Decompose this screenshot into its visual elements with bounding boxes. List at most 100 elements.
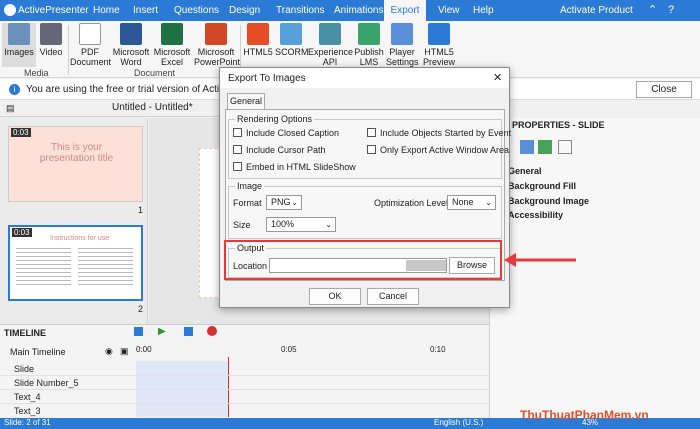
activate-product-link[interactable]: Activate Product	[560, 0, 633, 21]
tab-design[interactable]: Design	[229, 0, 260, 21]
powerpoint-icon	[205, 23, 227, 45]
row-label: Slide Number_5	[14, 378, 79, 388]
scorm-label: SCORM	[275, 47, 309, 57]
panel-item-general[interactable]: General	[508, 166, 542, 176]
ok-button[interactable]: OK	[309, 288, 361, 305]
language-indicator[interactable]: English (U.S.)	[434, 418, 483, 427]
timeline-row[interactable]: Text_3	[0, 404, 489, 418]
publish-lms-button[interactable]: Publish LMS	[353, 23, 385, 67]
video-button[interactable]: Video	[38, 23, 64, 57]
optimization-level-select[interactable]: None ⌄	[447, 195, 496, 210]
slide-size-icon[interactable]	[558, 140, 572, 154]
pdf-icon	[79, 23, 101, 45]
only-export-active-window-checkbox[interactable]: Only Export Active Window Area	[367, 145, 509, 155]
pdf-button[interactable]: PDF Document	[70, 23, 111, 67]
slide-number: 2	[138, 304, 144, 314]
minimize-ribbon-icon[interactable]: ⌃	[648, 0, 657, 21]
slide-properties-icon[interactable]	[520, 140, 534, 154]
tab-questions[interactable]: Questions	[174, 0, 219, 21]
slide-thumbnail-selected[interactable]: 0:03 Instructions for use	[8, 225, 143, 301]
chevron-down-icon: ⌄	[325, 220, 332, 229]
cancel-button[interactable]: Cancel	[367, 288, 419, 305]
watermark: ThuThuatPhanMem.vn	[520, 408, 649, 422]
size-label: Size	[233, 220, 251, 230]
scorm-button[interactable]: SCORM	[275, 23, 309, 57]
checkbox-label: Only Export Active Window Area	[380, 145, 510, 155]
include-objects-event-checkbox[interactable]: Include Objects Started by Event	[367, 128, 511, 138]
slide-title: Instructions for use	[50, 235, 110, 242]
video-icon	[40, 23, 62, 45]
slides-panel-icon[interactable]: ▤	[6, 103, 15, 114]
video-label: Video	[39, 47, 63, 57]
row-label: Text_3	[14, 406, 41, 416]
word-button[interactable]: Microsoft Word	[112, 23, 150, 67]
dialog-title: Export To Images	[228, 73, 306, 84]
highlight-box	[224, 240, 502, 280]
include-cursor-path-checkbox[interactable]: Include Cursor Path	[233, 145, 326, 155]
word-icon	[120, 23, 142, 45]
excel-icon	[161, 23, 183, 45]
timeline-row[interactable]: Slide Number_5	[0, 376, 489, 390]
player-settings-button[interactable]: Player Settings	[386, 23, 419, 67]
checkbox-label: Include Closed Caption	[246, 128, 340, 138]
powerpoint-button[interactable]: Microsoft PowerPoint	[194, 23, 241, 67]
help-icon[interactable]: ?	[668, 0, 674, 21]
title-bar: ActivePresenter Home Insert Questions De…	[0, 0, 700, 21]
include-closed-caption-checkbox[interactable]: Include Closed Caption	[233, 128, 339, 138]
close-notice-button[interactable]: Close	[636, 81, 692, 98]
tab-transitions[interactable]: Transitions	[276, 0, 325, 21]
timeline-row[interactable]: Text_4	[0, 390, 489, 404]
tab-export[interactable]: Export	[384, 0, 426, 21]
checkbox-label: Embed in HTML SlideShow	[246, 162, 356, 172]
slide-duration: 0:03	[12, 228, 32, 237]
images-button[interactable]: Images	[2, 23, 36, 67]
embed-html-slideshow-checkbox[interactable]: Embed in HTML SlideShow	[233, 162, 356, 172]
play-icon[interactable]: ▶	[158, 326, 166, 337]
format-select[interactable]: PNG ⌄	[266, 195, 302, 210]
visibility-icon[interactable]: ◉	[105, 346, 113, 357]
tab-view[interactable]: View	[438, 0, 460, 21]
slide-duration: 0:03	[11, 128, 31, 137]
panel-item-background-fill[interactable]: Background Fill	[508, 181, 576, 191]
experience-api-button[interactable]: Experience API	[308, 23, 353, 67]
stop-icon[interactable]	[184, 327, 193, 336]
html5-preview-label: HTML5 Preview	[422, 47, 455, 67]
tab-help[interactable]: Help	[473, 0, 494, 21]
powerpoint-label: Microsoft PowerPoint	[194, 47, 241, 67]
chevron-down-icon: ⌄	[485, 198, 492, 207]
optimization-level-label: Optimization Level	[374, 198, 449, 208]
tab-home[interactable]: Home	[93, 0, 120, 21]
images-label: Images	[4, 47, 34, 57]
slide-thumbnail[interactable]: 0:03 This is your presentation title	[8, 126, 143, 202]
close-icon[interactable]: ✕	[493, 71, 502, 84]
row-label: Slide	[14, 364, 35, 374]
timeline-select-icon[interactable]	[134, 327, 143, 336]
panel-item-background-image[interactable]: Background Image	[508, 196, 589, 206]
group-document: Document	[134, 68, 176, 78]
main-timeline-label: Main Timeline	[10, 347, 66, 357]
image-group: Image Format PNG ⌄ Optimization Level Non…	[228, 181, 502, 239]
doc-tab-label: Untitled - Untitled*	[112, 102, 193, 113]
tab-insert[interactable]: Insert	[133, 0, 158, 21]
tab-animations[interactable]: Animations	[334, 0, 383, 21]
rendering-options-legend: Rendering Options	[235, 114, 315, 124]
slide-counter: Slide: 2 of 31	[4, 418, 51, 427]
row-label: Text_4	[14, 392, 41, 402]
html5-button[interactable]: HTML5	[242, 23, 274, 57]
tab-general[interactable]: General	[227, 93, 265, 109]
slide-title: This is your presentation title	[39, 142, 114, 164]
panel-item-accessibility[interactable]: Accessibility	[508, 210, 563, 220]
html5-preview-button[interactable]: HTML5 Preview	[419, 23, 459, 67]
properties-title: PROPERTIES - SLIDE	[512, 120, 605, 130]
timeline-row[interactable]: Slide	[0, 362, 489, 376]
player-settings-icon	[391, 23, 413, 45]
html5-icon	[247, 23, 269, 45]
size-select[interactable]: 100% ⌄	[266, 217, 336, 232]
timeline-panel: TIMELINE ▶ Main Timeline ◉ ▣ 0:00 0:05 0…	[0, 324, 489, 418]
doc-tab[interactable]: Untitled - Untitled*	[112, 102, 193, 113]
slide-background-icon[interactable]	[538, 140, 552, 154]
excel-button[interactable]: Microsoft Excel	[152, 23, 192, 67]
html5-label: HTML5	[243, 47, 273, 57]
lock-icon[interactable]: ▣	[120, 346, 129, 357]
record-icon[interactable]	[207, 326, 217, 336]
